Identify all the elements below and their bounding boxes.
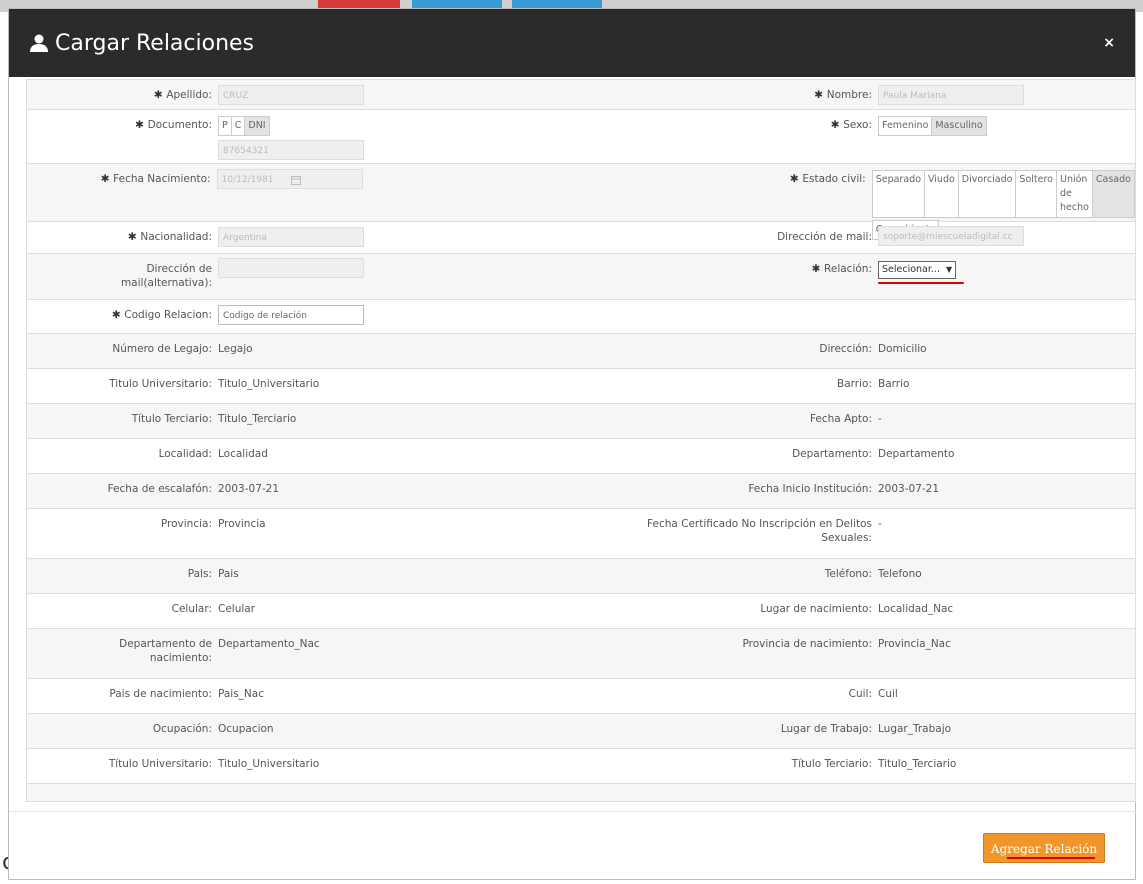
documento-option-p[interactable]: P [219,117,232,135]
dropdown-arrow-icon: ▼ [945,265,953,274]
detail-row: Titulo Universitario: Titulo_Universitar… [27,369,1135,404]
red-underline-annotation [1007,857,1095,859]
cargar-relaciones-modal: Cargar Relaciones × ✱ Apellido: CRUZ ✱ N… [8,8,1138,880]
estado-civil-toggle: Separado Viudo Divorciado Soltero Unión … [871,170,1135,218]
estado-option-soltero[interactable]: Soltero [1016,171,1057,217]
nacionalidad-label: ✱ Nacionalidad: [127,231,212,243]
codigo-relacion-label: ✱ Codigo Relacion: [111,309,212,321]
modal-header: Cargar Relaciones × [9,9,1135,77]
detail-row: Localidad: Localidad Departamento: Depar… [27,439,1135,474]
close-button[interactable]: × [1103,35,1115,51]
estado-option-divorciado[interactable]: Divorciado [958,171,1017,217]
fecha-nacimiento-label: ✱ Fecha Nacimiento: [100,173,211,185]
estado-civil-label: ✱ Estado civil: [789,173,866,185]
detail-row: Fecha de escalafón: 2003-07-21 Fecha Ini… [27,474,1135,509]
form-row: ✱ Codigo Relacion: Codigo de relación [27,300,1135,334]
calendar-icon[interactable] [291,175,302,185]
estado-option-casado[interactable]: Casado [1092,171,1134,217]
documento-field[interactable]: 87654321 [218,140,364,160]
sexo-label: ✱ Sexo: [830,119,872,131]
modal-title-text: Cargar Relaciones [55,30,255,56]
sexo-option-femenino[interactable]: Femenino [879,117,933,135]
red-underline-annotation [878,282,964,284]
detail-row: Departamento de nacimiento: Departamento… [27,629,1135,679]
estado-option-union-de-hecho[interactable]: Unión de hecho [1056,171,1093,217]
documento-label: ✱ Documento: [135,119,212,131]
detail-row: Ocupación: Ocupacion Lugar de Trabajo: L… [27,714,1135,749]
apellido-label: ✱ Apellido: [153,89,212,101]
mail-field[interactable]: soporte@miescueladigital.cc [878,226,1024,246]
modal-body: ✱ Apellido: CRUZ ✱ Nombre: Paula Mariana… [26,79,1138,802]
estado-option-separado[interactable]: Separado [872,171,925,217]
codigo-relacion-field[interactable]: Codigo de relación [218,305,364,325]
detail-row: Pais: Pais Teléfono: Telefono [27,559,1135,594]
form-row: ✱ Documento: P C DNI 87654321 ✱ Sexo: Fe… [27,110,1135,164]
mail-label: Dirección de mail: [777,231,872,243]
detail-row: Pais de nacimiento: Pais_Nac Cuil: Cuil [27,679,1135,714]
detail-row: Título Universitario: Titulo_Universitar… [27,749,1135,784]
sexo-toggle: Femenino Masculino [878,116,987,136]
sexo-option-masculino[interactable]: Masculino [932,117,986,135]
relacion-label: ✱ Relación: [811,263,872,275]
nombre-label: ✱ Nombre: [814,89,872,101]
mail-alt-field[interactable] [218,258,364,278]
modal-title: Cargar Relaciones [29,31,254,56]
modal-footer-divider [9,811,1137,812]
form-row: ✱ Apellido: CRUZ ✱ Nombre: Paula Mariana [27,80,1135,110]
user-icon [30,34,48,52]
nombre-field[interactable]: Paula Mariana [878,85,1024,105]
documento-type-toggle: P C DNI [218,116,270,136]
relation-form: ✱ Apellido: CRUZ ✱ Nombre: Paula Mariana… [26,79,1136,802]
detail-row: Provincia: Provincia Fecha Certificado N… [27,509,1135,559]
relacion-select[interactable]: Selecionar... ▼ [878,261,957,279]
fecha-nacimiento-field[interactable]: 10/12/1981 [216,169,363,189]
detail-row: Título Terciario: Titulo_Terciario Fecha… [27,404,1135,439]
detail-row: Celular: Celular Lugar de nacimiento: Lo… [27,594,1135,629]
apellido-field[interactable]: CRUZ [218,85,364,105]
form-row: ✱ Nacionalidad: Argentina Dirección de m… [27,222,1135,254]
mail-alt-label: Dirección de mail(alternativa): [120,263,212,289]
form-row: Dirección de mail(alternativa): ✱ Relaci… [27,254,1135,300]
documento-option-dni[interactable]: DNI [245,117,269,135]
nacionalidad-field[interactable]: Argentina [218,227,364,247]
detail-row: Número de Legajo: Legajo Dirección: Domi… [27,334,1135,369]
form-row-spacer [27,784,1135,802]
estado-option-viudo[interactable]: Viudo [925,171,959,217]
form-row: ✱ Fecha Nacimiento: 10/12/1981 ✱ Estado … [27,164,1135,240]
documento-option-c[interactable]: C [231,117,246,135]
